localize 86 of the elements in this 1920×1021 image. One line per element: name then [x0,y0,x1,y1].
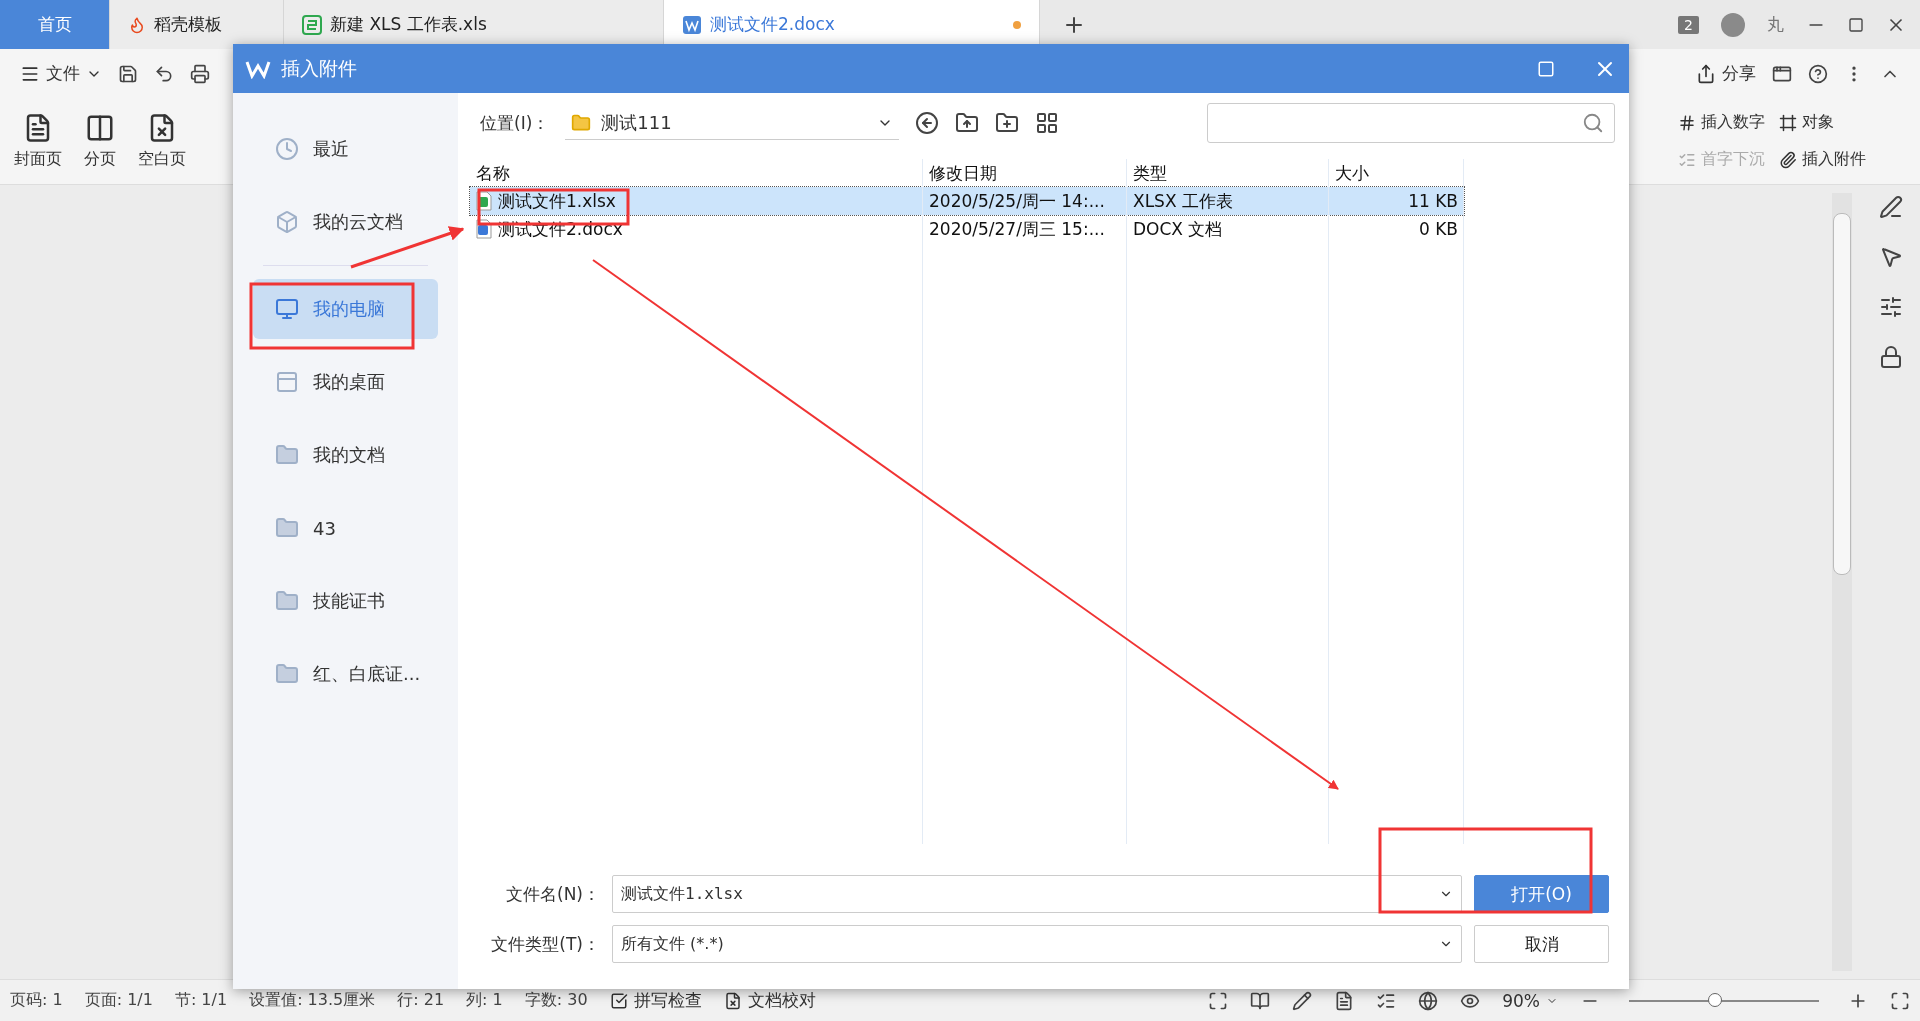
help-icon[interactable] [1808,63,1828,84]
save-icon[interactable] [118,63,138,84]
paperclip-icon [1779,150,1797,169]
sidebar-item[interactable]: 我的文档 [253,425,438,485]
ribbon-button[interactable]: 空白页 [138,112,186,170]
ribbon-button[interactable]: 插入附件 [1779,149,1866,170]
window-count-badge[interactable]: 2 [1678,15,1699,34]
status-text: 设置值: 13.5厘米 [249,990,376,1011]
pointer-icon[interactable] [1879,245,1903,269]
cube-icon [275,210,299,234]
folder-icon [571,112,592,133]
slider-thumb[interactable] [1707,992,1722,1007]
modified-date: 2020/5/25/周一 14:... [929,189,1105,213]
ribbon-button[interactable]: 封面页 [14,112,62,170]
check-icon [609,991,628,1010]
zoom-dropdown[interactable]: 90% [1502,990,1558,1011]
share-icon [1696,63,1716,84]
view-grid-icon[interactable] [1035,111,1060,135]
monitor-icon [275,297,299,321]
page-view-icon[interactable] [1334,990,1355,1011]
flame-icon [128,15,146,34]
user-name[interactable]: 丸 [1767,13,1784,36]
pen-icon[interactable] [1879,195,1903,219]
filename-field[interactable]: 测试文件1.xlsx [612,875,1462,913]
edit-icon[interactable] [1292,990,1313,1011]
fullscreen-icon[interactable] [1890,990,1910,1011]
sidebar-item[interactable]: 我的云文档 [253,192,438,252]
open-button[interactable]: 打开(O) [1474,875,1609,913]
search-icon [1582,112,1604,134]
web-view-icon[interactable] [1418,990,1439,1011]
folder-icon [275,662,299,686]
desktop-icon [275,370,299,394]
folder-up-icon[interactable] [955,111,980,135]
folder-icon [275,589,299,613]
spreadsheet-icon [302,14,322,35]
number-icon [1678,113,1696,132]
status-text: 页码: 1 [10,990,63,1011]
modified-date: 2020/5/27/周三 15:... [929,217,1105,241]
sidebar-item[interactable]: 43 [253,498,438,558]
filename-label: 文件名(N)： [505,882,600,906]
read-mode-icon[interactable] [1250,990,1271,1011]
status-text: 列: 1 [466,990,503,1011]
ribbon-button[interactable]: 分页 [84,112,116,170]
file-size: 11 KB [1408,191,1458,211]
undo-icon[interactable] [154,63,174,84]
spell-check-button[interactable]: 拼写检查 [609,989,702,1012]
fit-icon[interactable] [1208,990,1229,1011]
sidebar-item[interactable]: 我的桌面 [253,352,438,412]
user-avatar[interactable] [1721,12,1745,37]
document-tab[interactable]: 首页 [0,0,110,49]
cancel-button[interactable]: 取消 [1474,925,1609,963]
dialog-title: 插入附件 [281,55,357,81]
clock-icon [275,137,299,161]
restore-icon[interactable] [1848,16,1864,33]
back-icon[interactable] [915,111,940,135]
scrollbar[interactable] [1832,193,1852,971]
maximize-icon[interactable] [1537,59,1555,78]
status-text: 页面: 1/1 [84,990,153,1011]
share-button[interactable]: 分享 [1696,62,1756,85]
new-folder-icon[interactable] [995,111,1020,135]
lock-icon[interactable] [1879,345,1903,369]
file-type: XLSX 工作表 [1133,189,1233,213]
status-text: 字数: 30 [524,990,588,1011]
file-menu[interactable]: 文件 [20,62,102,85]
print-icon[interactable] [190,63,210,84]
location-label: 位置(I)： [480,111,550,135]
folder-icon [275,516,299,540]
filetype-dropdown[interactable]: 所有文件 (*.*) [612,925,1462,963]
location-dropdown[interactable]: 测试111 [565,106,900,140]
status-text: 行: 21 [397,990,445,1011]
file-row[interactable]: 测试文件1.xlsx 2020/5/25/周一 14:... XLSX 工作表 11 KB [470,187,1464,215]
folder-icon [275,443,299,467]
ribbon-button[interactable]: 对象 [1779,112,1866,133]
settings-icon[interactable] [1879,295,1903,319]
sidebar-item[interactable]: 红、白底证... [253,644,438,704]
sidebar-item[interactable]: 最近 [253,119,438,179]
sidebar-item[interactable]: 技能证书 [253,571,438,631]
file-type: DOCX 文档 [1133,217,1223,241]
proofread-button[interactable]: 文档校对 [723,989,816,1012]
status-text: 节: 1/1 [174,990,228,1011]
file-name: 测试文件1.xlsx [498,189,616,213]
file-size: 0 KB [1418,219,1458,239]
ribbon-button[interactable]: 插入数字 [1678,112,1765,133]
document-icon [682,14,702,35]
search-field[interactable] [1207,103,1615,143]
filetype-label: 文件类型(T)： [490,932,600,956]
